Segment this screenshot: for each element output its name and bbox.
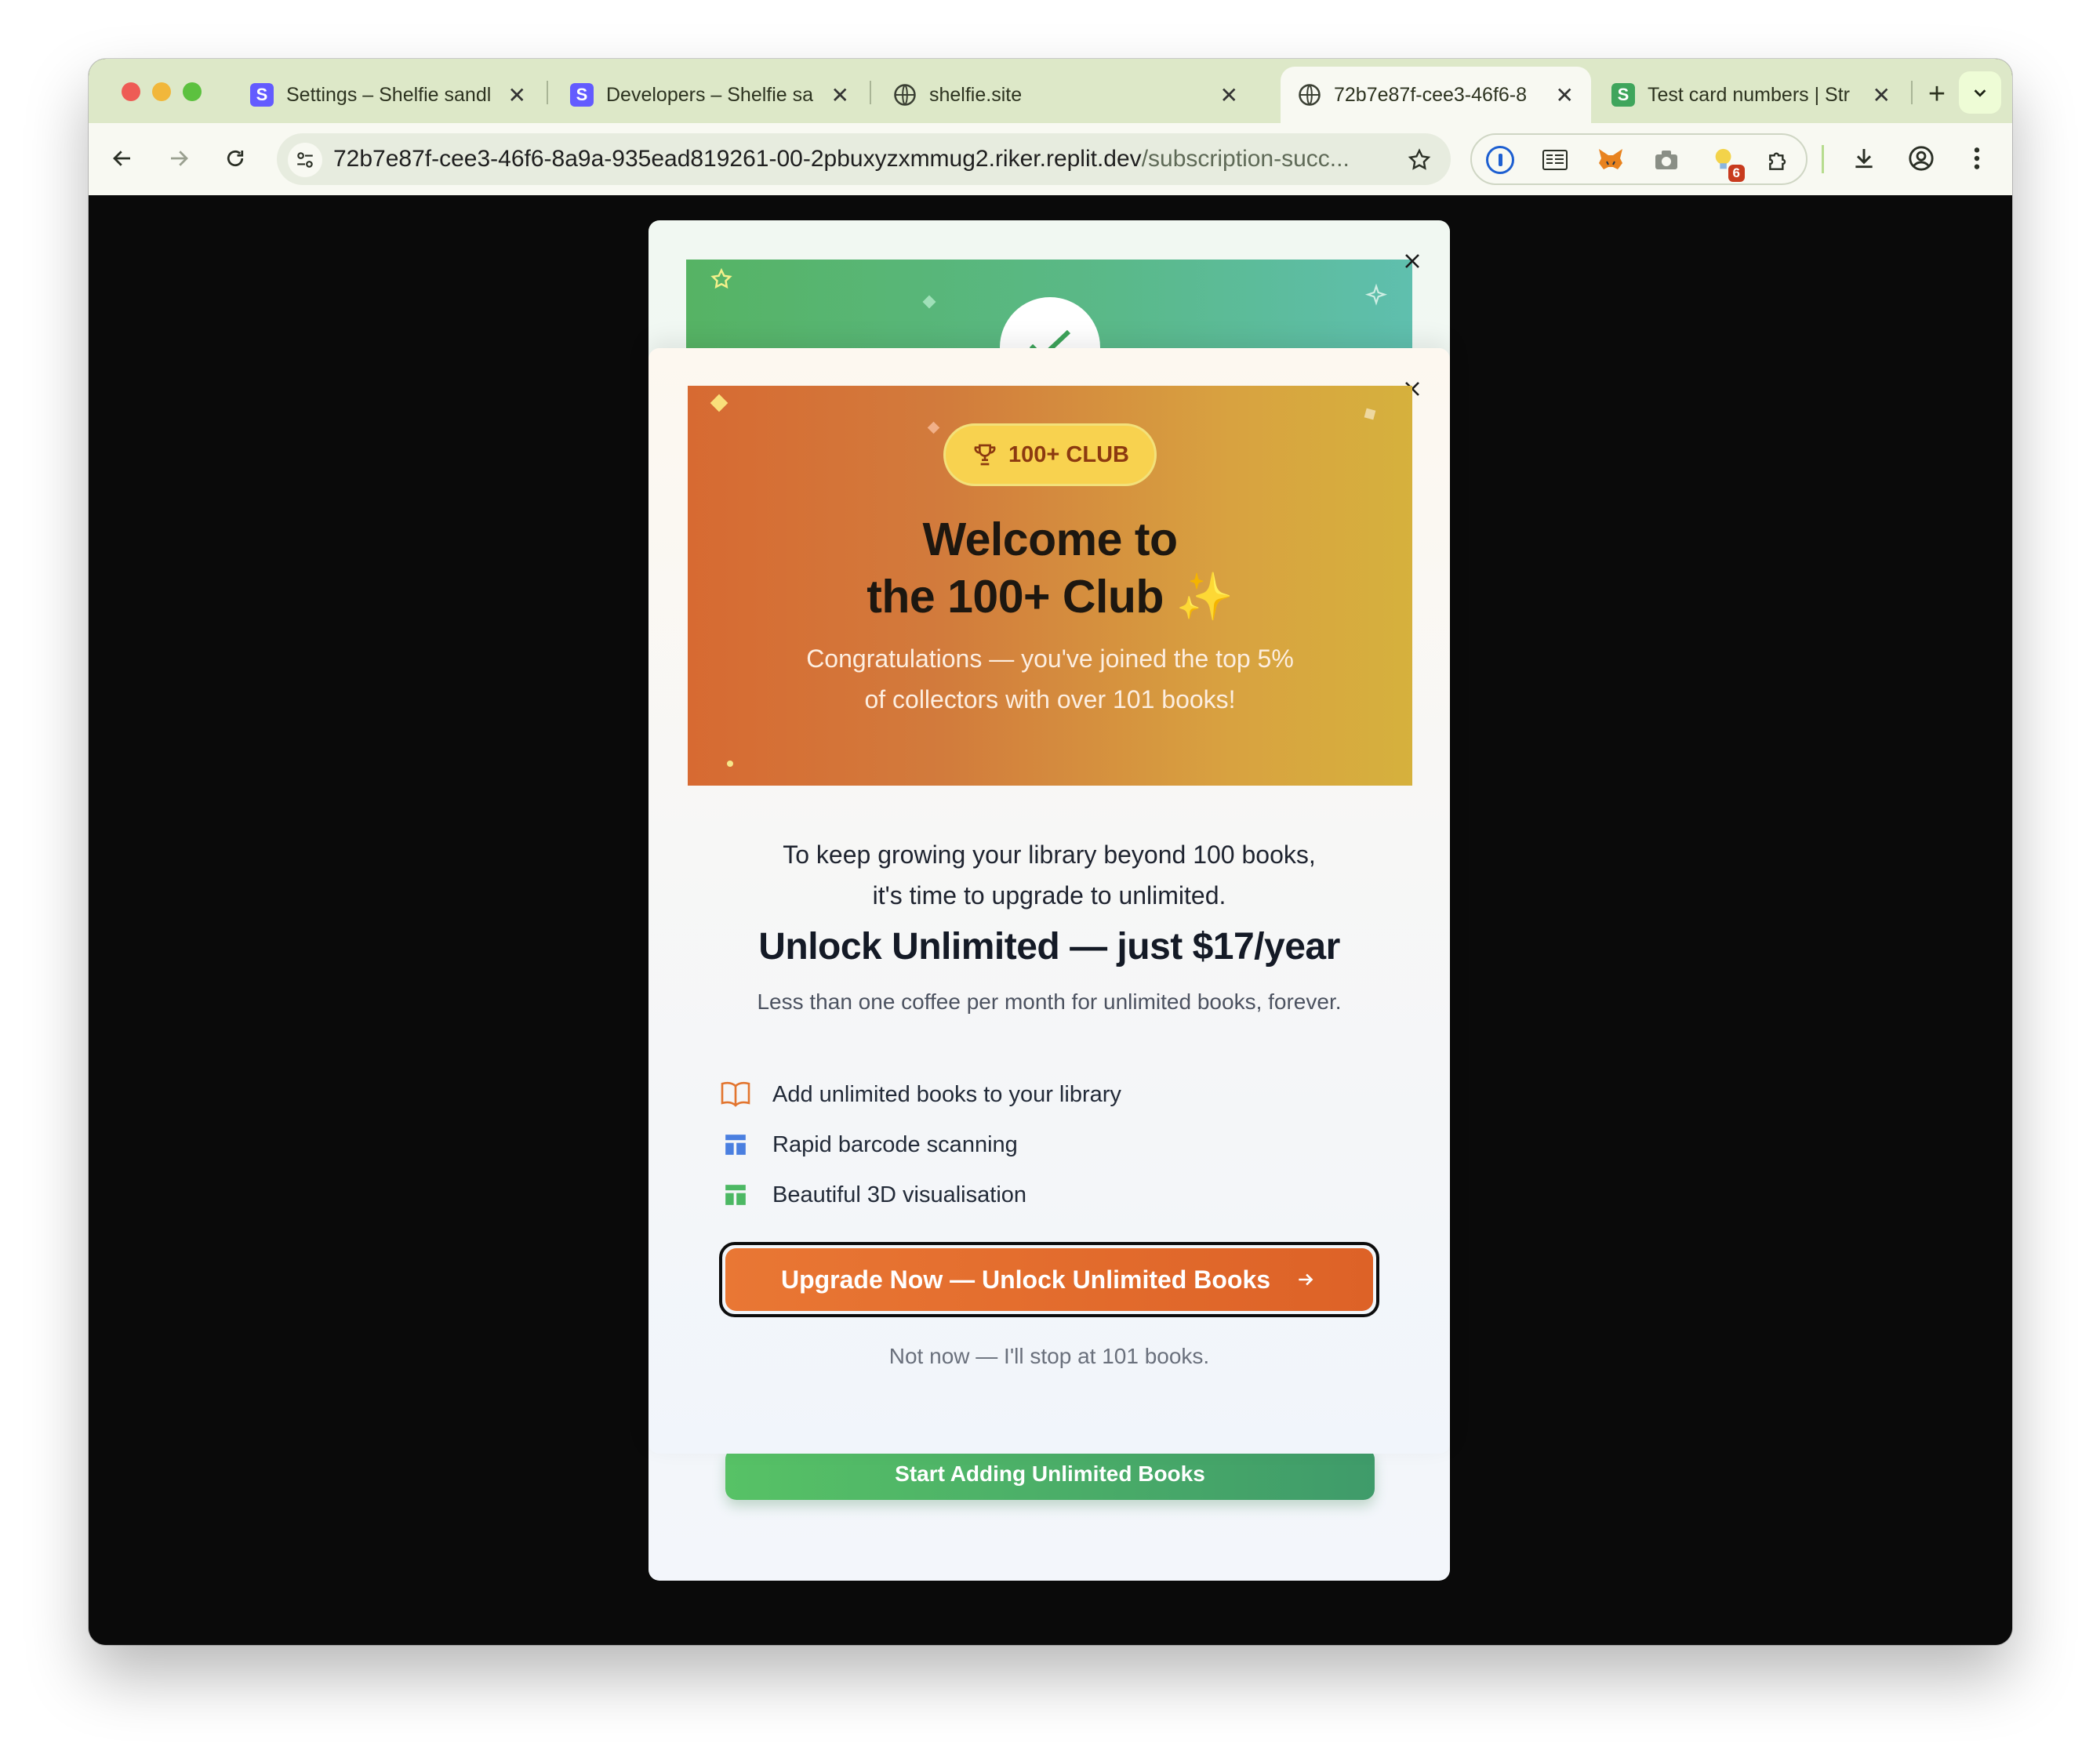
new-tab-plus-icon[interactable]: + [1917, 74, 1956, 114]
menu-kebab-icon[interactable] [1957, 139, 1996, 178]
stripe-favicon-icon: S [250, 83, 274, 107]
close-window-button[interactable] [122, 82, 140, 101]
back-modal-close-icon[interactable] [1399, 248, 1426, 274]
arrow-right-icon [1294, 1268, 1317, 1291]
hundred-club-upgrade-modal: 100+ CLUB Welcome to the 100+ Club ✨ Con… [649, 348, 1450, 1454]
tab-title: shelfie.site [929, 83, 1023, 106]
feature-label: Rapid barcode scanning [772, 1131, 1018, 1157]
feature-item: Rapid barcode scanning [721, 1120, 1121, 1170]
welcome-title: Welcome to the 100+ Club ✨ [688, 511, 1412, 626]
star-icon [708, 266, 735, 292]
tab-close-icon[interactable]: ✕ [831, 82, 849, 108]
tab-close-icon[interactable]: ✕ [1220, 82, 1238, 108]
hundred-club-banner: 100+ CLUB Welcome to the 100+ Club ✨ Con… [688, 386, 1412, 786]
tab-settings[interactable]: S Settings – Shelfie sandl ✕ [233, 67, 543, 123]
toolbar-divider [1822, 145, 1824, 173]
forward-arrow-icon[interactable] [159, 139, 198, 178]
url-host: 72b7e87f-cee3-46f6-8a9a-935ead819261-00-… [333, 146, 1142, 172]
zoom-window-button[interactable] [183, 82, 202, 101]
profile-avatar-icon[interactable] [1902, 139, 1941, 178]
tab-close-icon[interactable]: ✕ [508, 82, 526, 108]
tab-test-card-numbers[interactable]: S Test card numbers | Str ✕ [1594, 67, 1908, 123]
pricing-subheadline: Less than one coffee per month for unlim… [757, 989, 1342, 1014]
tab-separator [547, 81, 548, 104]
tab-separator [870, 81, 871, 104]
sparkle-dot-icon [922, 295, 936, 309]
congratulations-text: Congratulations — you've joined the top … [688, 638, 1412, 720]
url-path: /subscription-succ... [1141, 146, 1350, 172]
url-text: 72b7e87f-cee3-46f6-8a9a-935ead819261-00-… [333, 146, 1376, 172]
extensions-area: 6 [1470, 133, 1808, 185]
success-banner [686, 260, 1412, 398]
congrats-line-2: of collectors with over 101 books! [864, 685, 1236, 713]
address-bar[interactable]: 72b7e87f-cee3-46f6-8a9a-935ead819261-00-… [277, 133, 1451, 185]
layout-icon [721, 1130, 750, 1160]
tab-search-chevron-icon[interactable] [1959, 71, 2001, 114]
globe-icon [893, 83, 917, 107]
feature-list: Add unlimited books to your library Rapi… [721, 1069, 1121, 1220]
feature-item: Add unlimited books to your library [721, 1069, 1121, 1120]
upgrade-button-focus-ring: Upgrade Now — Unlock Unlimited Books [719, 1242, 1379, 1317]
upgrade-intro: To keep growing your library beyond 100 … [649, 834, 1450, 916]
sparkles-icon [1362, 281, 1390, 310]
sparkle-dot-icon [727, 761, 733, 767]
back-arrow-icon[interactable] [103, 139, 142, 178]
camera-icon[interactable] [1652, 146, 1680, 174]
tab-title: Settings – Shelfie sandl [286, 83, 492, 106]
tab-title: Developers – Shelfie sa [606, 83, 814, 106]
upgrade-now-button[interactable]: Upgrade Now — Unlock Unlimited Books [725, 1248, 1373, 1311]
sparkle-diamond-icon [710, 394, 728, 412]
layout-icon [721, 1180, 750, 1210]
pricing-headline: Unlock Unlimited — just $17/year [758, 926, 1340, 968]
browser-window: S Settings – Shelfie sandl ✕ S Developer… [89, 59, 2012, 1645]
tab-strip: S Settings – Shelfie sandl ✕ S Developer… [89, 59, 2012, 123]
badge-label: 100+ CLUB [1008, 441, 1129, 467]
reader-icon[interactable] [1541, 146, 1569, 174]
metamask-fox-icon[interactable] [1596, 146, 1626, 174]
browser-toolbar: 72b7e87f-cee3-46f6-8a9a-935ead819261-00-… [89, 123, 2012, 195]
password-manager-icon[interactable] [1486, 146, 1514, 174]
feature-label: Add unlimited books to your library [772, 1081, 1121, 1107]
page-viewport: Start Adding Unlimited Books 100+ CLUB W… [89, 195, 2012, 1645]
tab-separator [1911, 81, 1913, 104]
tab-title: 72b7e87f-cee3-46f6-8 [1334, 83, 1528, 106]
sparkle-square-icon [1364, 408, 1376, 420]
site-settings-icon[interactable] [288, 143, 322, 177]
not-now-link[interactable]: Not now — I'll stop at 101 books. [649, 1344, 1450, 1369]
minimize-window-button[interactable] [152, 82, 171, 101]
intro-line-2: it's time to upgrade to unlimited. [872, 881, 1226, 910]
reload-icon[interactable] [216, 139, 255, 178]
intro-line-1: To keep growing your library beyond 100 … [783, 841, 1316, 869]
upgrade-button-label: Upgrade Now — Unlock Unlimited Books [780, 1265, 1271, 1294]
tab-shelfie-site[interactable]: shelfie.site ✕ [876, 67, 1255, 123]
congrats-line-1: Congratulations — you've joined the top … [806, 644, 1294, 673]
stripe-favicon-icon: S [570, 83, 594, 107]
feature-item: Beautiful 3D visualisation [721, 1170, 1121, 1220]
downloads-icon[interactable] [1844, 139, 1884, 178]
extensions-puzzle-icon[interactable] [1764, 146, 1793, 176]
feature-label: Beautiful 3D visualisation [772, 1182, 1027, 1207]
sparkle-diamond-icon [927, 421, 940, 434]
tab-close-icon[interactable]: ✕ [1873, 82, 1891, 108]
tab-developers[interactable]: S Developers – Shelfie sa ✕ [553, 67, 867, 123]
tab-close-icon[interactable]: ✕ [1556, 82, 1574, 108]
stripe-docs-favicon-icon: S [1611, 83, 1635, 107]
tab-title: Test card numbers | Str [1648, 83, 1850, 106]
globe-icon [1298, 83, 1321, 107]
hundred-club-badge: 100+ CLUB [943, 423, 1157, 486]
lightbulb-extension-icon[interactable]: 6 [1707, 143, 1745, 182]
trophy-icon [971, 441, 999, 469]
welcome-line-2: the 100+ Club ✨ [867, 571, 1233, 623]
tab-active-replit[interactable]: 72b7e87f-cee3-46f6-8 ✕ [1281, 67, 1591, 123]
book-open-icon [721, 1080, 750, 1109]
welcome-line-1: Welcome to [922, 514, 1178, 565]
start-adding-unlimited-books-button[interactable]: Start Adding Unlimited Books [725, 1448, 1375, 1500]
extension-badge-count: 6 [1728, 165, 1745, 182]
bookmark-star-icon[interactable] [1402, 143, 1437, 177]
